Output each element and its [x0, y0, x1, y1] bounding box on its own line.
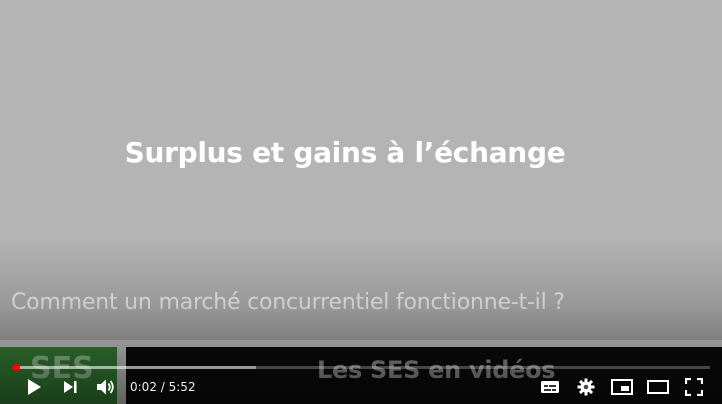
gear-icon	[577, 378, 595, 396]
slide-subtitle: Comment un marché concurrentiel fonction…	[11, 290, 565, 315]
theater-button[interactable]	[640, 372, 676, 402]
volume-button[interactable]	[88, 372, 124, 402]
time-separator: /	[156, 380, 169, 394]
duration: 5:52	[168, 380, 196, 394]
right-controls	[532, 372, 712, 402]
next-button[interactable]	[52, 372, 88, 402]
progress-bar[interactable]	[12, 364, 710, 371]
miniplayer-button[interactable]	[604, 372, 640, 402]
subtitles-button[interactable]	[532, 372, 568, 402]
progress-buffered	[12, 366, 257, 369]
slide-background	[0, 0, 722, 340]
volume-icon	[96, 378, 116, 396]
next-icon	[62, 379, 78, 395]
subtitles-icon	[540, 379, 560, 395]
settings-button[interactable]	[568, 372, 604, 402]
fullscreen-icon	[685, 378, 703, 396]
miniplayer-icon	[611, 379, 633, 395]
time-display: 0:02 / 5:52	[130, 380, 196, 394]
fullscreen-button[interactable]	[676, 372, 712, 402]
progress-scrubber[interactable]	[13, 364, 21, 371]
current-time: 0:02	[130, 380, 157, 394]
video-player[interactable]: Surplus et gains à l’échange Comment un …	[0, 0, 722, 404]
slide-title: Surplus et gains à l’échange	[124, 136, 566, 169]
player-controls: 0:02 / 5:52	[0, 372, 722, 402]
theater-icon	[647, 380, 669, 394]
video-frame[interactable]: Surplus et gains à l’échange Comment un …	[0, 0, 722, 404]
play-button[interactable]	[16, 372, 52, 402]
play-icon	[26, 378, 42, 396]
